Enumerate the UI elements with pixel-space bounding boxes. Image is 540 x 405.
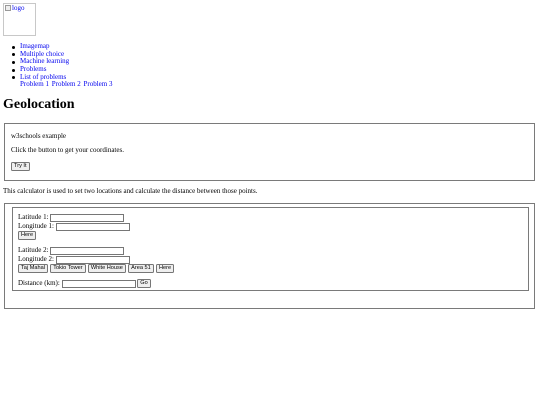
go-button[interactable]: Go <box>137 279 151 288</box>
nav-link-list-of-problems[interactable]: List of problems <box>20 73 66 81</box>
lon1-input[interactable] <box>55 222 130 231</box>
w3schools-example-panel: w3schools example Click the button to ge… <box>4 123 535 181</box>
distance-row: Distance (km): Go <box>18 279 151 288</box>
lat1-input[interactable] <box>50 213 125 222</box>
distance-label: Distance (km): <box>18 279 60 287</box>
lat1-row: Latitude 1: <box>18 213 125 222</box>
lat2-row: Latitude 2: <box>18 246 125 255</box>
white-house-button[interactable]: White House <box>87 264 126 273</box>
broken-image-icon <box>5 5 11 12</box>
example-heading: w3schools example <box>11 132 67 140</box>
logo-alt-text: logo <box>12 4 25 12</box>
nav-link-problem-2[interactable]: Problem 2 <box>52 80 81 89</box>
lon2-input[interactable] <box>55 255 130 264</box>
lon1-label: Longitude 1: <box>18 222 54 230</box>
preset-location-buttons: Taj Mahal Tokio Tower White House Area 5… <box>18 264 175 273</box>
lon2-label: Longitude 2: <box>18 255 54 263</box>
page-title: Geolocation <box>3 97 75 112</box>
taj-mahal-button[interactable]: Taj Mahal <box>18 264 48 273</box>
example-instruction: Click the button to get your coordinates… <box>11 146 124 154</box>
main-nav: Imagemap Multiple choice Machine learnin… <box>12 42 113 89</box>
nav-link-problem-1[interactable]: Problem 1 <box>20 80 49 89</box>
area-51-button[interactable]: Area 51 <box>128 264 154 273</box>
calculator-form: Latitude 1: Longitude 1: Here Latitude 2… <box>12 207 529 291</box>
lat2-label: Latitude 2: <box>18 246 49 254</box>
lon2-row: Longitude 2: <box>18 255 130 264</box>
lat2-input[interactable] <box>50 246 125 255</box>
problem-sublinks: Problem 1 Problem 2 Problem 3 <box>12 81 113 89</box>
distance-output[interactable] <box>61 279 136 288</box>
lon1-row: Longitude 1: <box>18 222 130 231</box>
calculator-description: This calculator is used to set two locat… <box>3 187 258 195</box>
try-it-button[interactable]: Try It <box>11 162 30 171</box>
logo-image: logo <box>3 3 36 36</box>
here-button-2[interactable]: Here <box>156 264 175 273</box>
nav-item-list-of-problems: List of problems <box>12 73 113 82</box>
nav-link-problem-3[interactable]: Problem 3 <box>83 80 112 89</box>
here-button-1[interactable]: Here <box>18 231 37 240</box>
here-row-1: Here <box>18 231 37 240</box>
calculator-panel: Latitude 1: Longitude 1: Here Latitude 2… <box>4 203 535 309</box>
tokio-tower-button[interactable]: Tokio Tower <box>50 264 86 273</box>
lat1-label: Latitude 1: <box>18 213 49 221</box>
